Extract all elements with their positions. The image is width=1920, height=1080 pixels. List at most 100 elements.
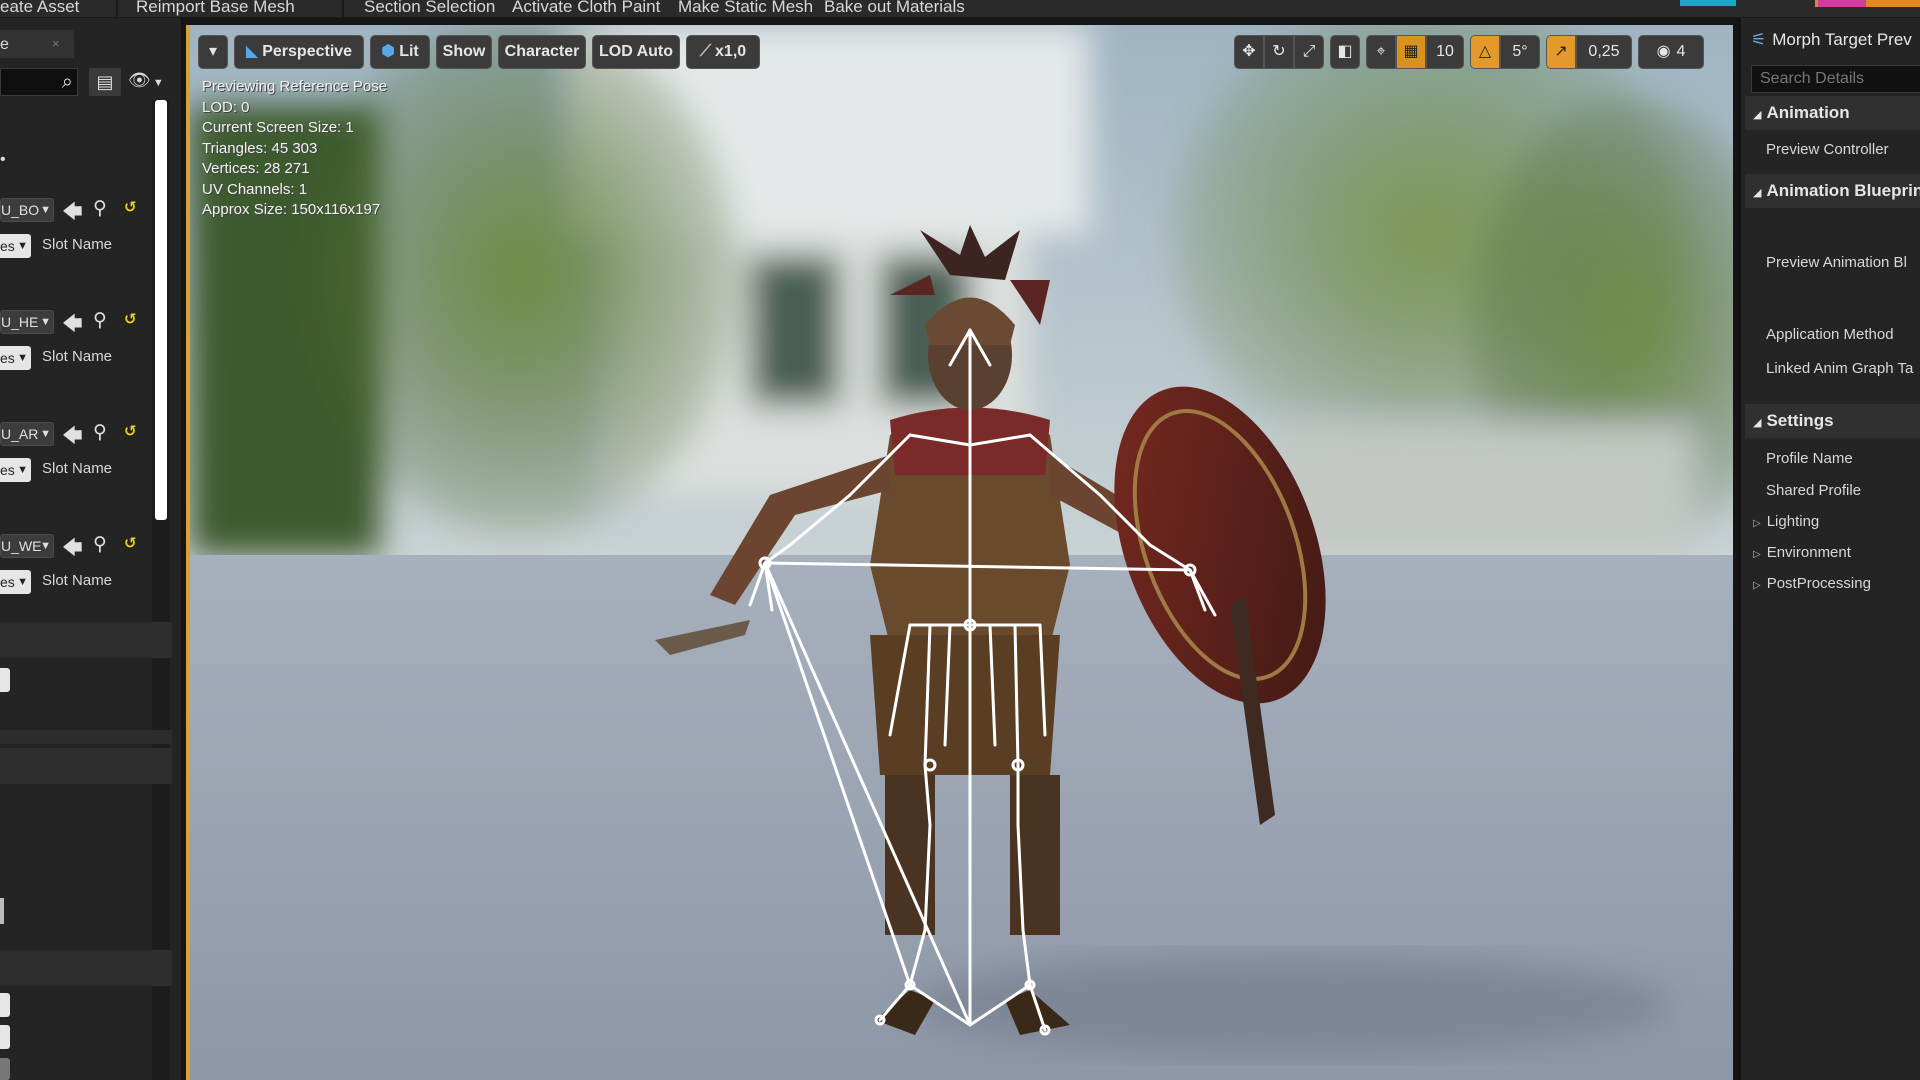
scale-mode-button[interactable]: ⤢	[1294, 35, 1324, 69]
chevron-down-icon: ▼	[40, 428, 51, 440]
stats-line: Approx Size: 150x116x197	[202, 201, 381, 218]
speed-label: x1,0	[715, 43, 747, 60]
material-combo[interactable]: U_AR ▼	[0, 422, 54, 446]
surface-snap-button[interactable]: ⌖	[1366, 35, 1396, 69]
postprocessing-group[interactable]: ▷ PostProcessing	[1753, 575, 1871, 592]
category-label: Animation	[1766, 103, 1850, 122]
category-animation[interactable]: ◢ Animation	[1745, 96, 1920, 130]
show-menu-button[interactable]: Show	[436, 35, 492, 69]
perspective-button[interactable]: ◣ Perspective	[234, 35, 364, 69]
make-static-mesh-button[interactable]: Make Static Mesh	[678, 0, 813, 17]
toolbar-divider	[116, 0, 118, 18]
slot-options-value: es	[0, 574, 15, 590]
use-selected-arrow-icon[interactable]: 🡄	[62, 197, 83, 231]
property-combo[interactable]	[0, 1025, 10, 1049]
browse-icon[interactable]: ⚲	[93, 533, 107, 556]
environment-label: Environment	[1766, 544, 1851, 561]
scale-snap-icon: ↗	[1554, 43, 1568, 60]
category-header[interactable]	[0, 748, 172, 784]
scale-snap-value[interactable]: 0,25	[1576, 35, 1632, 69]
search-details-input[interactable]: Search Details	[1751, 65, 1920, 93]
reset-to-default-icon[interactable]: ↺	[124, 198, 137, 216]
rotation-snap-value-label: 5°	[1512, 43, 1528, 60]
property-combo[interactable]	[0, 993, 10, 1017]
lighting-label: Lighting	[1766, 513, 1820, 530]
preview-viewport[interactable]: ▾ ◣ Perspective ⬢ Lit Show Character LOD A…	[186, 25, 1733, 1080]
use-selected-arrow-icon[interactable]: 🡄	[62, 421, 83, 455]
activate-cloth-paint-button[interactable]: Activate Cloth Paint	[512, 0, 660, 17]
category-animation-blueprint[interactable]: ◢ Animation Blueprint	[1745, 174, 1920, 208]
material-combo[interactable]: U_BO ▼	[0, 198, 54, 222]
playback-speed-button[interactable]: ⟋ x1,0	[686, 35, 760, 69]
search-input[interactable]: ⌕	[0, 68, 78, 96]
viewport-options-button[interactable]: ▾	[198, 35, 228, 69]
category-settings[interactable]: ◢ Settings	[1745, 404, 1920, 438]
shared-profile-label: Shared Profile	[1766, 482, 1862, 499]
grid-snap-value-label: 10	[1436, 43, 1454, 60]
collapsed-triangle-icon: ▷	[1753, 580, 1761, 591]
bullet-marker: •	[0, 151, 6, 168]
environment-group[interactable]: ▷ Environment	[1753, 544, 1851, 561]
grid-snap-value[interactable]: 10	[1426, 35, 1464, 69]
rotation-snap-toggle[interactable]: △	[1470, 35, 1500, 69]
expanded-triangle-icon: ◢	[1753, 417, 1762, 429]
create-asset-button[interactable]: eate Asset	[0, 0, 79, 17]
category-header[interactable]	[0, 950, 172, 986]
material-combo[interactable]: U_WE ▼	[0, 534, 54, 558]
bake-out-materials-button[interactable]: Bake out Materials	[824, 0, 965, 17]
postprocessing-label: PostProcessing	[1766, 575, 1871, 592]
reset-to-default-icon[interactable]: ↺	[124, 422, 137, 440]
reset-to-default-icon[interactable]: ↺	[124, 310, 137, 328]
lod-menu-button[interactable]: LOD Auto	[592, 35, 680, 69]
close-icon[interactable]: ×	[52, 36, 60, 51]
slot-options-value: es	[0, 238, 15, 254]
panel-tab[interactable]: ⚟ Morph Target Prev	[1751, 30, 1912, 50]
use-selected-arrow-icon[interactable]: 🡄	[62, 309, 83, 343]
rotation-snap-value[interactable]: 5°	[1500, 35, 1540, 69]
view-mode-lit-button[interactable]: ⬢ Lit	[370, 35, 430, 69]
property-field[interactable]	[0, 898, 4, 924]
material-combo[interactable]: U_HE ▼	[0, 310, 54, 334]
lighting-group[interactable]: ▷ Lighting	[1753, 513, 1819, 530]
slot-options-combo[interactable]: es ▼	[0, 570, 31, 594]
skeletal-mesh-editor: eate Asset Reimport Base Mesh Section Se…	[0, 0, 1920, 1080]
rotate-icon: ↻	[1272, 43, 1286, 60]
scale-snap-toggle[interactable]: ↗	[1546, 35, 1576, 69]
scrollbar-thumb[interactable]	[155, 100, 167, 520]
show-label: Show	[442, 43, 486, 60]
translate-mode-button[interactable]: ✥	[1234, 35, 1264, 69]
property-matrix-button[interactable]: ▤	[89, 68, 121, 96]
speed-icon: ⟋	[699, 43, 712, 60]
character-menu-button[interactable]: Character	[498, 35, 586, 69]
chevron-down-icon: ▾	[208, 43, 218, 60]
property-field[interactable]	[0, 1058, 10, 1080]
coordinate-system-button[interactable]: ◧	[1330, 35, 1360, 69]
search-placeholder: Search Details	[1760, 70, 1865, 87]
visibility-options-button[interactable]: 👁 ▼	[128, 70, 168, 94]
use-selected-arrow-icon[interactable]: 🡄	[62, 533, 83, 567]
browse-icon[interactable]: ⚲	[93, 309, 107, 332]
rotate-mode-button[interactable]: ↻	[1264, 35, 1294, 69]
slot-options-combo[interactable]: es ▼	[0, 346, 31, 370]
collapsed-triangle-icon: ▷	[1753, 549, 1761, 560]
reimport-base-mesh-button[interactable]: Reimport Base Mesh	[136, 0, 295, 17]
browse-icon[interactable]: ⚲	[93, 421, 107, 444]
reset-to-default-icon[interactable]: ↺	[124, 534, 137, 552]
browse-icon[interactable]: ⚲	[93, 197, 107, 220]
camera-speed-button[interactable]: ◉ 4	[1638, 35, 1704, 69]
chevron-down-icon: ▼	[17, 240, 28, 252]
preview-animation-blueprint-label: Preview Animation Bl	[1766, 254, 1907, 271]
grid-snap-toggle[interactable]: ▦	[1396, 35, 1426, 69]
details-tab-label: e	[0, 36, 9, 53]
section-selection-button[interactable]: Section Selection	[364, 0, 495, 17]
search-icon: ⌕	[61, 71, 73, 93]
camera-speed-label: 4	[1676, 43, 1686, 60]
chevron-down-icon: ▼	[40, 316, 51, 328]
details-tab[interactable]: e ×	[0, 30, 74, 58]
slot-options-combo[interactable]: es ▼	[0, 458, 31, 482]
category-header[interactable]	[0, 622, 172, 658]
chevron-down-icon: ▼	[152, 77, 164, 89]
property-combo[interactable]	[0, 668, 10, 692]
camera-icon: ◉	[1656, 43, 1671, 60]
slot-options-combo[interactable]: es ▼	[0, 234, 31, 258]
